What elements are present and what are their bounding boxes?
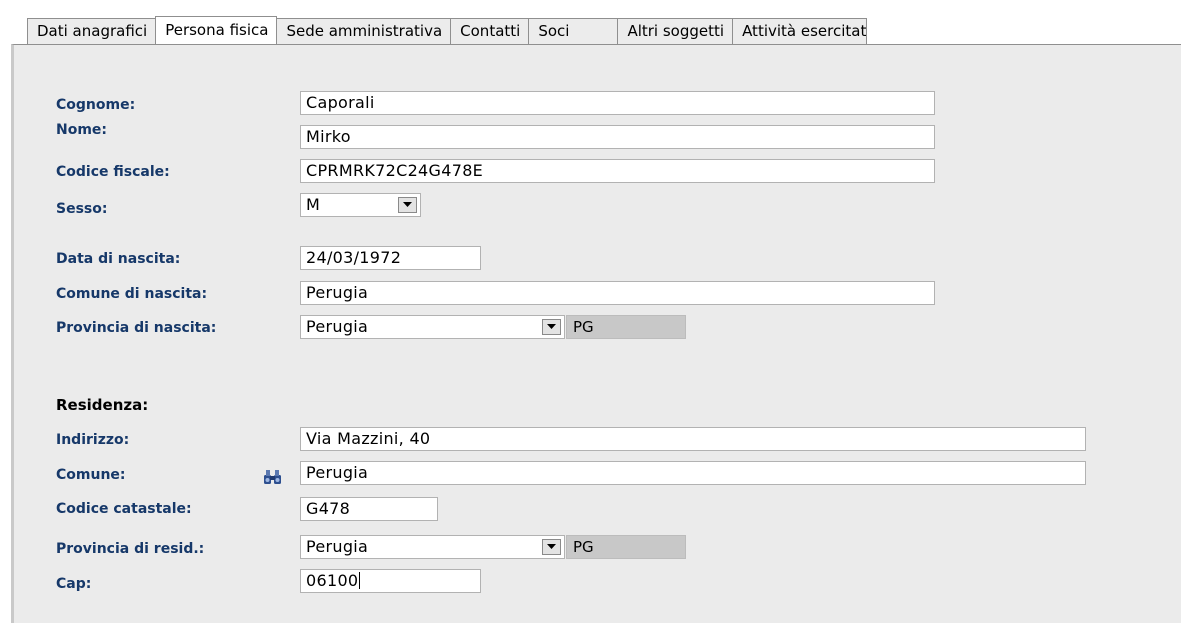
provincia-nascita-label: Provincia di nascita: [56,320,217,336]
nome-field[interactable]: Mirko [300,125,935,149]
provincia-nascita-select[interactable]: Perugia [300,315,565,339]
tab-dati-anagrafici[interactable]: Dati anagrafici [27,18,157,44]
codice-catastale-label: Codice catastale: [56,501,192,517]
cap-label: Cap: [56,576,92,592]
indirizzo-label: Indirizzo: [56,432,130,448]
codice-fiscale-field[interactable]: CPRMRK72C24G478E [300,159,935,183]
provincia-resid-label: Provincia di resid.: [56,541,205,557]
sesso-label: Sesso: [56,201,108,217]
sesso-dropdown-button[interactable] [398,197,417,213]
provincia-resid-value: Perugia [306,537,369,556]
provincia-resid-dropdown-button[interactable] [542,539,561,555]
tab-contatti[interactable]: Contatti [451,18,530,44]
comune-label: Comune: [56,467,126,483]
tab-persona-fisica[interactable]: Persona fisica [155,16,278,45]
indirizzo-field[interactable]: Via Mazzini, 40 [300,427,1086,451]
nome-label: Nome: [56,122,108,138]
tab-attivita-esercitate[interactable]: Attività esercitat [733,18,868,44]
chevron-down-icon [547,324,556,329]
comune-nascita-label: Comune di nascita: [56,286,208,302]
tab-soci[interactable]: Soci [529,18,619,44]
tab-altri-soggetti[interactable]: Altri soggetti [618,18,734,44]
codice-catastale-field[interactable]: G478 [300,497,438,521]
data-nascita-field[interactable]: 24/03/1972 [300,246,481,270]
text-caret [359,572,361,589]
chevron-down-icon [403,202,412,207]
provincia-resid-select[interactable]: Perugia [300,535,565,559]
cognome-label: Cognome: [56,97,136,113]
provincia-nascita-dropdown-button[interactable] [542,319,561,335]
tab-strip: Dati anagrafici Persona fisica Sede ammi… [27,16,868,45]
cap-value: 06100 [306,571,359,590]
chevron-down-icon [547,544,556,549]
cognome-field[interactable]: Caporali [300,91,935,115]
provincia-nascita-value: Perugia [306,317,369,336]
sesso-value: M [306,195,321,214]
comune-field[interactable]: Perugia [300,461,1086,485]
provincia-resid-sigla: PG [566,535,686,559]
comune-nascita-field[interactable]: Perugia [300,281,935,305]
provincia-nascita-sigla: PG [566,315,686,339]
binoculars-icon[interactable] [263,469,282,485]
codice-fiscale-label: Codice fiscale: [56,164,170,180]
cap-field[interactable]: 06100 [300,569,481,593]
residenza-heading: Residenza: [56,396,149,414]
tab-sede-amministrativa[interactable]: Sede amministrativa [277,18,452,44]
sesso-select[interactable]: M [300,193,421,217]
data-nascita-label: Data di nascita: [56,251,181,267]
